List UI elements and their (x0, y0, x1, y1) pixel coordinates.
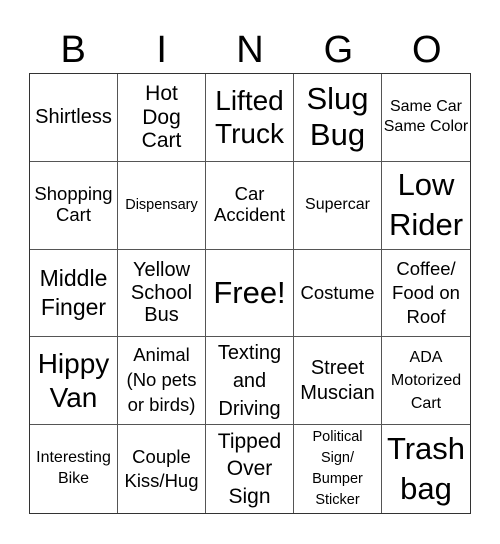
header-letter-b: B (60, 29, 86, 71)
header-letter-o: O (412, 29, 442, 71)
bingo-cell[interactable]: Car Accident (206, 161, 294, 250)
bingo-cell[interactable]: Shirtless (30, 74, 118, 162)
bingo-cell[interactable]: Shopping Cart (30, 161, 118, 250)
bingo-cell[interactable]: Costume (294, 249, 382, 338)
bingo-header: B I N G O (29, 28, 471, 72)
bingo-cell[interactable]: Hot Dog Cart (118, 74, 206, 162)
bingo-cell[interactable]: Interesting Bike (30, 425, 118, 513)
bingo-cell[interactable]: Middle Finger (30, 249, 118, 338)
bingo-cell[interactable]: Lifted Truck (206, 74, 294, 162)
bingo-cell[interactable]: Yellow School Bus (118, 249, 206, 338)
bingo-cell[interactable]: Same Car Same Color (382, 74, 470, 162)
bingo-cell[interactable]: Political Sign/ Bumper Sticker (294, 425, 382, 513)
bingo-cell[interactable]: ADA Motorized Cart (382, 337, 470, 426)
bingo-cell[interactable]: Animal (No pets or birds) (118, 337, 206, 426)
bingo-cell[interactable]: Texting and Driving (206, 337, 294, 426)
bingo-cell[interactable]: Slug Bug (294, 74, 382, 162)
bingo-grid: Shirtless Hot Dog Cart Lifted Truck Slug… (29, 73, 471, 514)
bingo-cell[interactable]: Low Rider (382, 162, 470, 250)
free-space[interactable]: Free! (206, 249, 294, 338)
bingo-cell[interactable]: Coffee/ Food on Roof (382, 250, 470, 338)
header-letter-n: N (236, 29, 264, 71)
bingo-cell[interactable]: Hippy Van (30, 337, 118, 426)
bingo-cell[interactable]: Supercar (294, 161, 382, 250)
header-letter-i: I (156, 29, 167, 71)
bingo-cell[interactable]: Tipped Over Sign (206, 425, 294, 513)
bingo-cell[interactable]: Street Muscian (294, 337, 382, 426)
bingo-cell[interactable]: Couple Kiss/Hug (118, 425, 206, 513)
header-letter-g: G (323, 29, 354, 71)
bingo-cell[interactable]: Dispensary (118, 161, 206, 250)
bingo-cell[interactable]: Trash bag (382, 425, 470, 513)
